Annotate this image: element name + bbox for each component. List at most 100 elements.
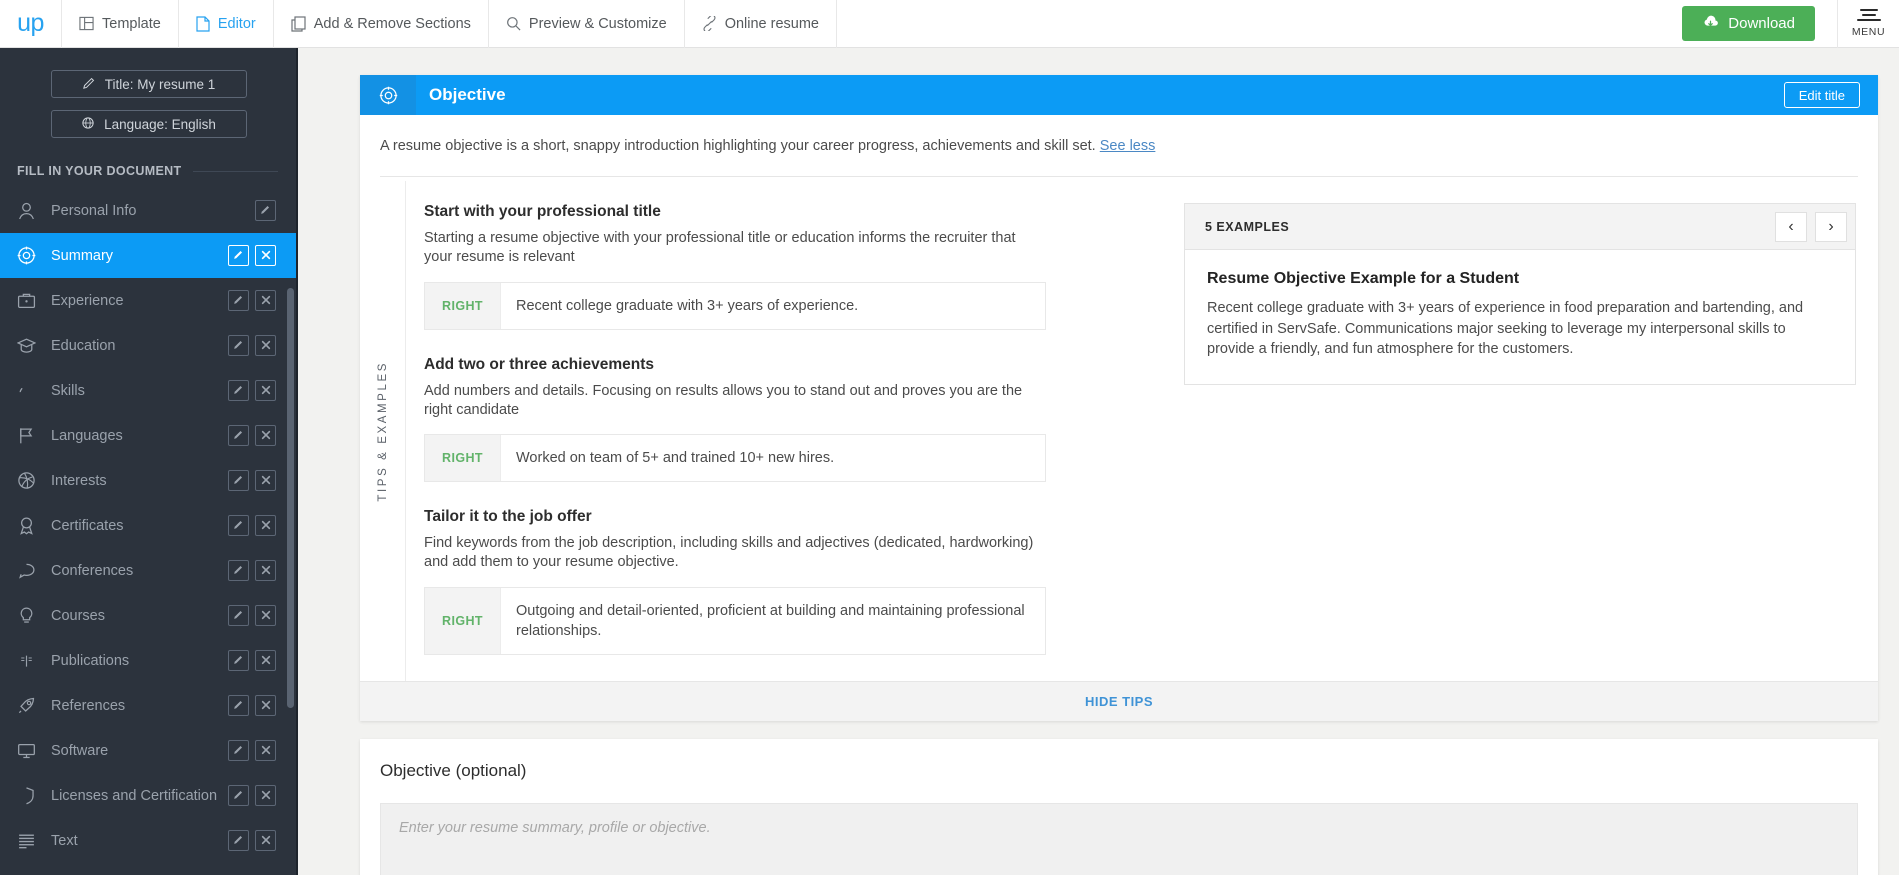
hamburger-line bbox=[1861, 14, 1876, 16]
sidebar-item-personal-info[interactable]: Personal Info bbox=[0, 188, 298, 233]
sidebar-item-label: Summary bbox=[51, 247, 114, 264]
sidebar-item-actions bbox=[228, 380, 276, 401]
sidebar-item-text[interactable]: Text bbox=[0, 818, 298, 863]
delete-section-button[interactable] bbox=[255, 335, 276, 356]
tip-block: Tailor it to the job offer Find keywords … bbox=[424, 508, 1148, 655]
language-button[interactable]: Language: English bbox=[51, 110, 247, 138]
see-less-link[interactable]: See less bbox=[1100, 138, 1156, 154]
tip-heading: Start with your professional title bbox=[424, 203, 661, 220]
hamburger-line bbox=[1856, 19, 1881, 21]
sidebar-item-licenses-and-certification[interactable]: Licenses and Certification bbox=[0, 773, 298, 818]
edit-section-button[interactable] bbox=[228, 650, 249, 671]
delete-section-button[interactable] bbox=[255, 290, 276, 311]
target-icon bbox=[360, 75, 416, 115]
sidebar-item-experience[interactable]: Experience bbox=[0, 278, 298, 323]
sidebar-item-actions bbox=[255, 200, 276, 221]
close-icon bbox=[261, 383, 271, 399]
edit-section-button[interactable] bbox=[228, 425, 249, 446]
pencil-icon bbox=[233, 743, 244, 759]
objective-textarea[interactable]: Enter your resume summary, profile or ob… bbox=[380, 803, 1858, 875]
edit-section-button[interactable] bbox=[228, 290, 249, 311]
delete-section-button[interactable] bbox=[255, 830, 276, 851]
delete-section-button[interactable] bbox=[255, 695, 276, 716]
tips-rail-label: TIPS & EXAMPLES bbox=[376, 360, 389, 502]
language-label: Language: English bbox=[104, 116, 216, 132]
nav-item-add-remove-sections[interactable]: Add & Remove Sections bbox=[274, 0, 489, 48]
sidebar-item-conferences[interactable]: Conferences bbox=[0, 548, 298, 593]
objective-form-card: Objective (optional) Enter your resume s… bbox=[360, 739, 1878, 875]
sidebar-item-label: Courses bbox=[51, 607, 105, 624]
download-button[interactable]: Download bbox=[1682, 6, 1815, 41]
delete-section-button[interactable] bbox=[255, 380, 276, 401]
hide-tips-button[interactable]: HIDE TIPS bbox=[360, 680, 1878, 721]
examples-count-label: 5 EXAMPLES bbox=[1205, 219, 1290, 234]
sidebar-item-actions bbox=[228, 695, 276, 716]
delete-section-button[interactable] bbox=[255, 515, 276, 536]
edit-section-button[interactable] bbox=[228, 560, 249, 581]
delete-section-button[interactable] bbox=[255, 245, 276, 266]
edit-section-button[interactable] bbox=[228, 830, 249, 851]
shield-icon bbox=[17, 786, 51, 805]
sidebar-item-languages[interactable]: Languages bbox=[0, 413, 298, 458]
sidebar-item-summary[interactable]: Summary bbox=[0, 233, 298, 278]
objective-card: Objective Edit title A resume objective … bbox=[360, 75, 1878, 721]
sidebar-item-software[interactable]: Software bbox=[0, 728, 298, 773]
sidebar-item-actions bbox=[228, 470, 276, 491]
edit-section-button[interactable] bbox=[228, 380, 249, 401]
edit-section-button[interactable] bbox=[228, 470, 249, 491]
delete-section-button[interactable] bbox=[255, 470, 276, 491]
sidebar-item-references[interactable]: References bbox=[0, 683, 298, 728]
pencil-icon bbox=[233, 293, 244, 309]
tips-list: Start with your professional title Starti… bbox=[406, 181, 1148, 681]
edit-section-button[interactable] bbox=[228, 515, 249, 536]
hamburger-line bbox=[1859, 9, 1878, 11]
example-title: Resume Objective Example for a Student bbox=[1207, 270, 1520, 287]
sidebar-item-label: Certificates bbox=[51, 517, 124, 534]
nav-item-preview-customize[interactable]: Preview & Customize bbox=[489, 0, 685, 48]
tip-body: Starting a resume objective with your pr… bbox=[424, 230, 1016, 266]
pencil-icon bbox=[233, 518, 244, 534]
sidebar-item-actions bbox=[228, 245, 276, 266]
pencil-icon bbox=[260, 203, 271, 219]
sidebar-item-interests[interactable]: Interests bbox=[0, 458, 298, 503]
delete-section-button[interactable] bbox=[255, 650, 276, 671]
copy-icon bbox=[291, 15, 306, 32]
app-logo[interactable]: up bbox=[0, 0, 62, 48]
delete-section-button[interactable] bbox=[255, 740, 276, 761]
sidebar-item-skills[interactable]: Skills bbox=[0, 368, 298, 413]
book-icon bbox=[17, 651, 51, 670]
sidebar-item-certificates[interactable]: Certificates bbox=[0, 503, 298, 548]
sidebar-scrollbar[interactable] bbox=[287, 288, 294, 708]
delete-section-button[interactable] bbox=[255, 560, 276, 581]
nav-item-template[interactable]: Template bbox=[62, 0, 179, 48]
download-button-label: Download bbox=[1728, 15, 1795, 32]
delete-section-button[interactable] bbox=[255, 425, 276, 446]
nav-item-editor[interactable]: Editor bbox=[179, 0, 274, 48]
edit-section-button[interactable] bbox=[228, 605, 249, 626]
sidebar-item-label: Interests bbox=[51, 472, 107, 489]
resume-title-button[interactable]: Title: My resume 1 bbox=[51, 70, 247, 98]
nav-item-online-resume[interactable]: Online resume bbox=[685, 0, 837, 48]
examples-prev-button[interactable]: ‹ bbox=[1775, 211, 1807, 242]
edit-section-button[interactable] bbox=[228, 245, 249, 266]
delete-section-button[interactable] bbox=[255, 785, 276, 806]
examples-next-button[interactable]: › bbox=[1815, 211, 1847, 242]
sidebar-item-education[interactable]: Education bbox=[0, 323, 298, 368]
edit-section-button[interactable] bbox=[228, 695, 249, 716]
chevron-left-icon: ‹ bbox=[1788, 217, 1794, 235]
edit-section-button[interactable] bbox=[228, 335, 249, 356]
edit-section-button[interactable] bbox=[228, 785, 249, 806]
pencil-icon bbox=[233, 833, 244, 849]
edit-title-button[interactable]: Edit title bbox=[1783, 82, 1860, 108]
menu-button[interactable]: MENU bbox=[1837, 0, 1899, 48]
sidebar-item-publications[interactable]: Publications bbox=[0, 638, 298, 683]
sidebar-item-courses[interactable]: Courses bbox=[0, 593, 298, 638]
lightbulb-icon bbox=[17, 606, 51, 625]
delete-section-button[interactable] bbox=[255, 605, 276, 626]
edit-section-button[interactable] bbox=[255, 200, 276, 221]
tips-rail: TIPS & EXAMPLES bbox=[360, 181, 406, 681]
edit-section-button[interactable] bbox=[228, 740, 249, 761]
puzzle-icon bbox=[17, 381, 51, 400]
sidebar-item-label: Personal Info bbox=[51, 202, 137, 219]
speech-bubble-icon bbox=[17, 561, 51, 580]
